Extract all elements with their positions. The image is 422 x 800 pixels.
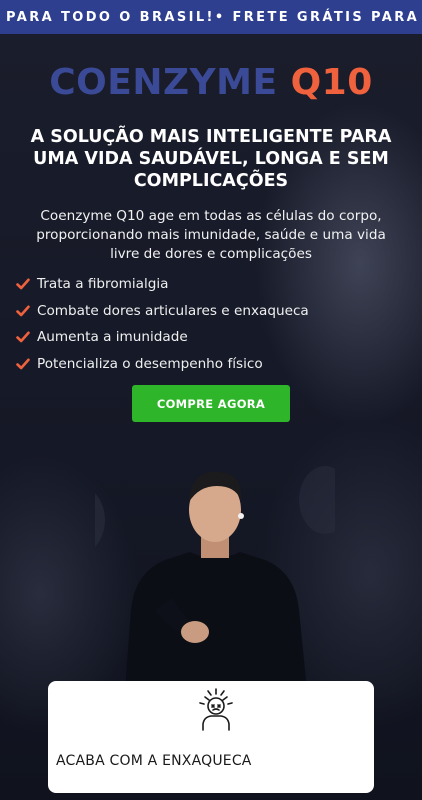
buy-now-button[interactable]: COMPRE AGORA xyxy=(132,385,290,422)
brand-name: COENZYME xyxy=(49,62,291,103)
benefit-label: Aumenta a imunidade xyxy=(37,329,188,346)
benefit-item: Aumenta a imunidade xyxy=(16,324,396,351)
benefit-label: Trata a fibromialgia xyxy=(37,276,169,293)
benefit-item: Trata a fibromialgia xyxy=(16,271,396,298)
announcement-bar: PARA TODO O BRASIL!• FRETE GRÁTIS PARA T… xyxy=(0,0,422,34)
hero-model-image xyxy=(95,466,335,690)
check-icon xyxy=(16,358,30,370)
check-icon xyxy=(16,305,30,317)
announcement-text: PARA TODO O BRASIL!• FRETE GRÁTIS PARA T… xyxy=(6,9,422,25)
feature-card: ACABA COM A ENXAQUECA xyxy=(48,681,374,793)
check-icon xyxy=(16,278,30,290)
brand-suffix: Q10 xyxy=(290,62,373,103)
benefit-item: Combate dores articulares e enxaqueca xyxy=(16,298,396,325)
hero-description: Coenzyme Q10 age em todas as células do … xyxy=(36,208,386,262)
benefit-item: Potencializa o desempenho físico xyxy=(16,351,396,378)
benefit-label: Combate dores articulares e enxaqueca xyxy=(37,302,309,319)
feature-card-label: ACABA COM A ENXAQUECA xyxy=(56,753,252,769)
benefit-list: Trata a fibromialgia Combate dores artic… xyxy=(16,271,396,377)
benefit-label: Potencializa o desempenho físico xyxy=(37,355,263,372)
brand-logo: COENZYME Q10 xyxy=(0,62,422,103)
headache-person-icon xyxy=(199,688,233,731)
page-headline: A SOLUÇÃO MAIS INTELIGENTE PARA UMA VIDA… xyxy=(30,127,392,191)
check-icon xyxy=(16,331,30,343)
